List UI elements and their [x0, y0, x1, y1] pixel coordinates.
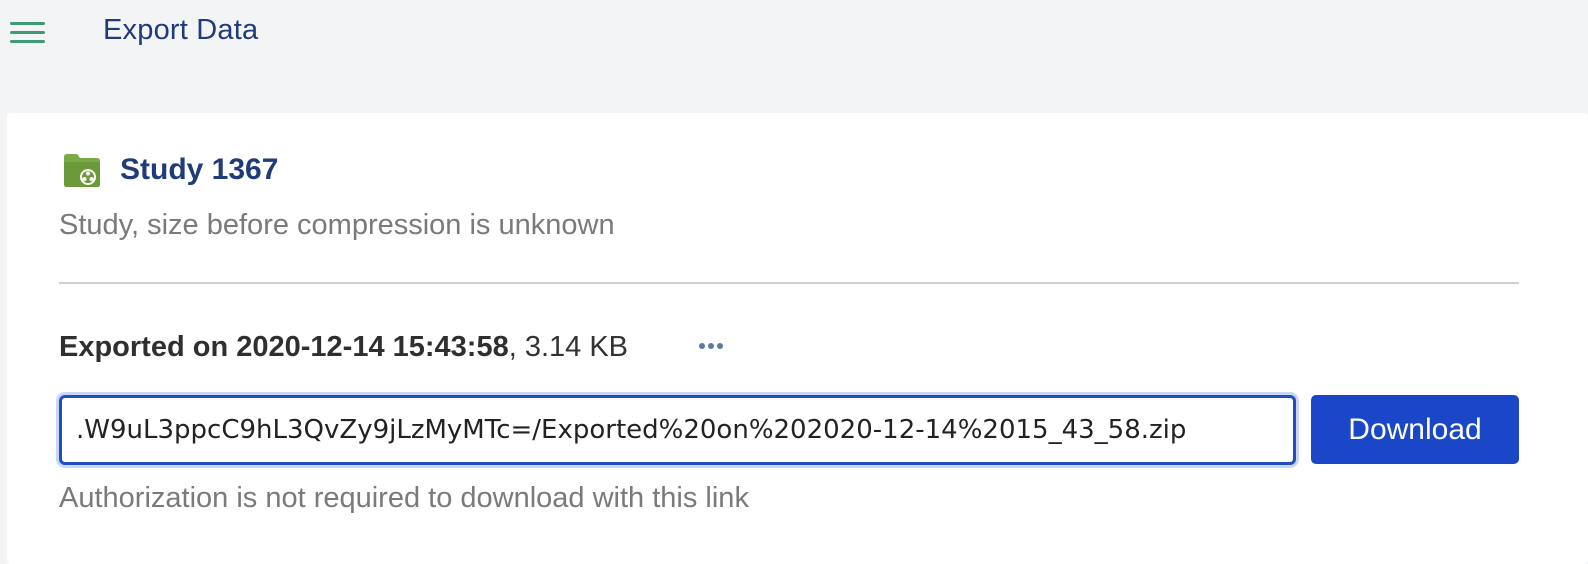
study-name: Study 1367 — [120, 153, 279, 186]
export-size: , 3.14 KB — [508, 331, 629, 363]
export-prefix: Exported on — [59, 331, 237, 363]
hamburger-menu-icon[interactable] — [10, 20, 46, 46]
study-folder-icon — [64, 154, 100, 187]
download-button[interactable]: Download — [1311, 395, 1519, 464]
export-info: Exported on 2020-12-14 15:43:58, 3.14 KB — [59, 331, 628, 364]
export-card: Study 1367 Study, size before compressio… — [7, 113, 1588, 564]
ellipsis-icon[interactable] — [691, 339, 727, 355]
authorization-note: Authorization is not required to downloa… — [59, 482, 749, 514]
export-datetime: 2020-12-14 15:43:58 — [236, 331, 509, 363]
download-link-input[interactable] — [59, 395, 1296, 465]
page-title: Export Data — [103, 14, 259, 46]
divider — [59, 282, 1519, 284]
study-description: Study, size before compression is unknow… — [59, 209, 615, 241]
top-bar: Export Data — [0, 0, 1588, 70]
